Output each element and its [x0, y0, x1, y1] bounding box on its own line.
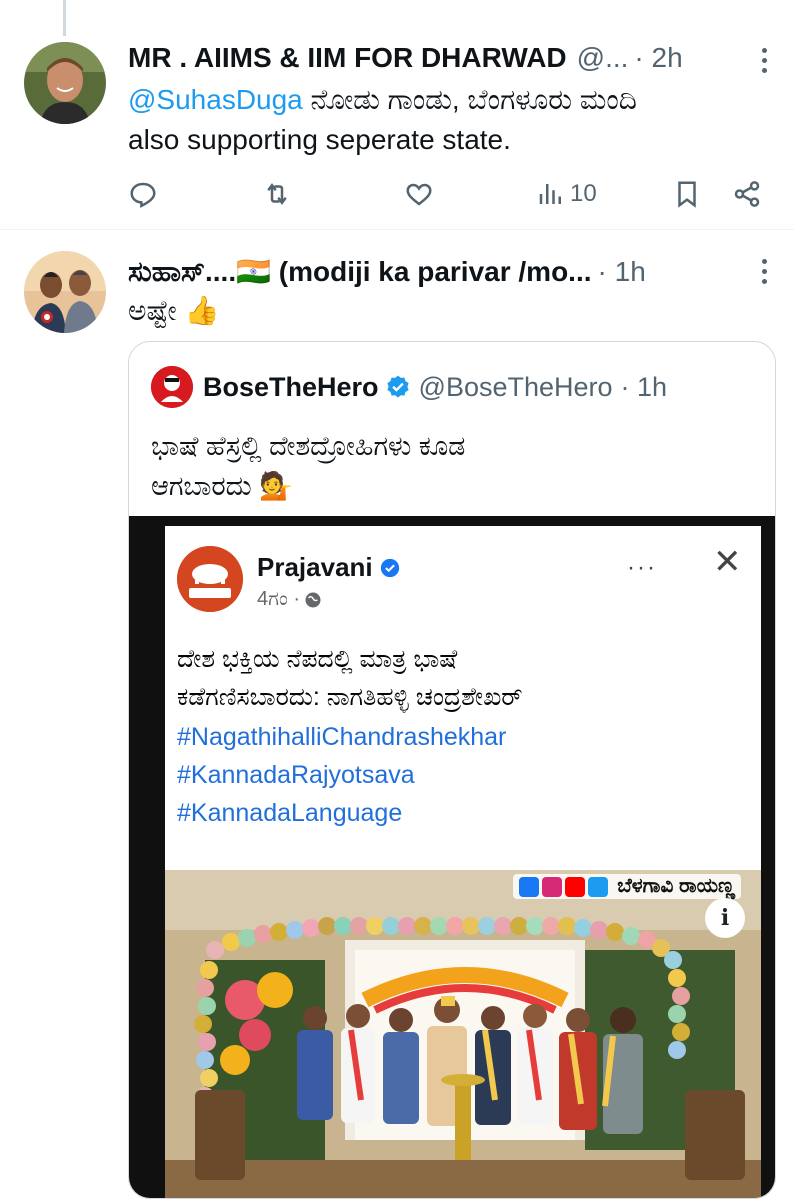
retweet-icon [267, 183, 287, 205]
more-options-icon[interactable] [762, 48, 768, 78]
tweet-actions: 10 [128, 172, 764, 216]
facebook-page-name-text: Prajavani [257, 552, 373, 582]
social-icons [519, 876, 611, 897]
photo-watermark: ಬೆಳಗಾವಿ ರಾಯಣ್ಣ [513, 874, 741, 899]
facebook-post-hashtags: #NagathihalliChandrashekhar #KannadaRajy… [177, 718, 506, 832]
user-handle[interactable]: @... [577, 42, 629, 74]
globe-icon [305, 592, 321, 607]
mention-link[interactable]: @SuhasDuga [128, 84, 303, 115]
quoted-text-line2: ಆಗಬಾರದು 💁 [151, 471, 293, 501]
tweet-text-line2: also supporting seperate state. [128, 124, 511, 155]
verified-badge-icon [380, 558, 399, 577]
hashtag: #NagathihalliChandrashekhar [177, 723, 507, 751]
views-button[interactable]: 10 [536, 172, 597, 216]
display-name[interactable]: ಸುಹಾಸ್....🇮🇳 (modiji ka parivar /mo... [128, 255, 592, 289]
avatar[interactable] [24, 251, 106, 333]
tweet-reply-2[interactable]: ಸುಹಾಸ್....🇮🇳 (modiji ka parivar /mo... ·… [0, 231, 794, 1200]
facebook-post-screenshot: Prajavani 4ಗಂ · ··· ✕ ದೇಶ ಭಕ್ತಿಯ ನೆಪದಲ್ಲ… [165, 526, 761, 870]
bookmark-icon [678, 181, 696, 208]
facebook-post-time: 4ಗಂ · [257, 588, 301, 610]
quoted-user-handle[interactable]: @BoseTheHero [419, 372, 613, 403]
close-icon: ✕ [713, 543, 742, 581]
quoted-media-image[interactable]: Prajavani 4ಗಂ · ··· ✕ ದೇಶ ಭಕ್ತಿಯ ನೆಪದಲ್ಲ… [129, 516, 775, 1198]
tweet-text-part: ನೋಡು ಗಾಂಡು, ಬೆಂಗಳೂರು ಮಂದಿ [302, 84, 637, 115]
views-count: 10 [570, 180, 597, 207]
quoted-timestamp[interactable]: · 1h [621, 372, 668, 403]
hashtag: #KannadaLanguage [177, 799, 403, 827]
event-photo: ಬೆಳಗಾವಿ ರಾಯಣ್ಣ i [165, 870, 761, 1198]
share-button[interactable] [732, 172, 762, 216]
quoted-text-line1: ಭಾಷೆ ಹೆಸ್ರಲ್ಲಿ ದೇಶದ್ರೋಹಿಗಳು ಕೂಡ [151, 431, 466, 461]
share-icon [734, 181, 760, 207]
like-button[interactable] [404, 172, 434, 216]
tweet-text: ಅಷ್ಟೇ 👍 [128, 295, 220, 326]
like-icon [406, 183, 432, 206]
quoted-display-name[interactable]: BoseTheHero [203, 372, 379, 403]
quoted-tweet-text: ಭಾಷೆ ಹೆಸ್ರಲ್ಲಿ ದೇಶದ್ರೋಹಿಗಳು ಕೂಡ ಆಗಬಾರದು … [151, 426, 571, 506]
more-options-icon[interactable] [762, 259, 768, 289]
tweet-text: @SuhasDuga ನೋಡು ಗಾಂಡು, ಬೆಂಗಳೂರು ಮಂದಿ als… [128, 80, 764, 160]
facebook-post-text: ದೇಶ ಭಕ್ತಿಯ ನೆಪದಲ್ಲಿ ಮಾತ್ರ ಭಾಷೆ ಕಡೆಗಣಿಸಬಾ… [177, 640, 757, 716]
avatar[interactable] [24, 42, 106, 124]
quoted-tweet-header: BoseTheHero @BoseTheHero · 1h [151, 366, 667, 408]
more-options-icon: ··· [627, 554, 657, 581]
reply-button[interactable] [128, 172, 158, 216]
bookmark-button[interactable] [672, 172, 702, 216]
retweet-button[interactable] [262, 172, 292, 216]
timestamp[interactable]: · 1h [598, 256, 646, 288]
reply-icon [130, 182, 156, 208]
facebook-page-name: Prajavani [257, 552, 401, 583]
verified-badge-icon [386, 375, 409, 398]
info-icon: i [705, 898, 745, 938]
timestamp[interactable]: · 2h [634, 42, 682, 74]
watermark-text: ಬೆಳಗಾವಿ ರಾಯಣ್ಣ [617, 875, 735, 897]
hashtag: #KannadaRajyotsava [177, 761, 415, 789]
tweet-header: ಸುಹಾಸ್....🇮🇳 (modiji ka parivar /mo... ·… [128, 255, 754, 289]
tweet-header: MR . AIIMS & IIM FOR DHARWAD @... · 2h [128, 42, 754, 74]
avatar[interactable] [151, 366, 193, 408]
views-icon [539, 184, 561, 204]
display-name[interactable]: MR . AIIMS & IIM FOR DHARWAD [128, 42, 567, 74]
facebook-post-meta: 4ಗಂ · [257, 588, 322, 611]
facebook-post-line2: ಕಡೆಗಣಿಸಬಾರದು: ನಾಗತಿಹಳ್ಳಿ ಚಂದ್ರಶೇಖರ್ [177, 683, 523, 711]
facebook-post-line1: ದೇಶ ಭಕ್ತಿಯ ನೆಪದಲ್ಲಿ ಮಾತ್ರ ಭಾಷೆ [177, 645, 458, 673]
prajavani-logo [177, 546, 243, 612]
tweet-reply-1[interactable]: MR . AIIMS & IIM FOR DHARWAD @... · 2h @… [0, 0, 794, 230]
quoted-tweet[interactable]: BoseTheHero @BoseTheHero · 1h ಭಾಷೆ ಹೆಸ್ರ… [128, 341, 776, 1199]
